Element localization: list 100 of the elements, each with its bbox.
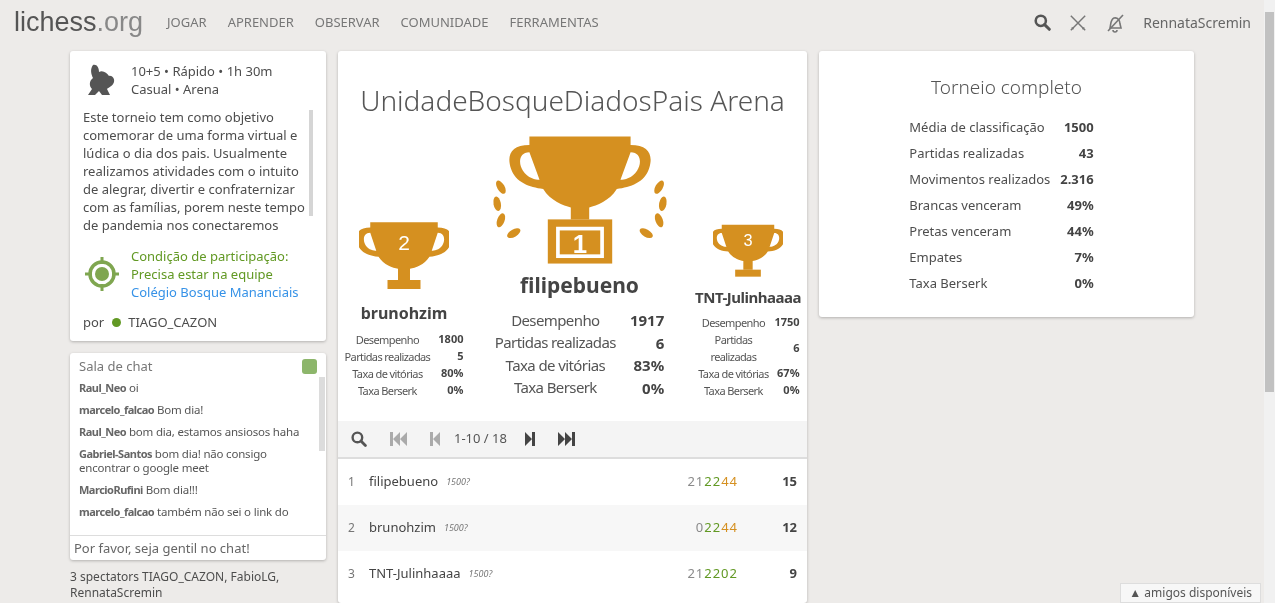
stat-value: 0% xyxy=(641,376,665,399)
stat-label: Partidas realizadas xyxy=(709,331,758,365)
nav-link[interactable]: APRENDER xyxy=(227,12,294,33)
podium-player-name[interactable]: TNT-Julinhaaaa xyxy=(695,285,801,308)
player-rating: 1500? xyxy=(443,521,468,535)
summary-label: Partidas realizadas xyxy=(909,143,1026,163)
stat-label: Partidas realizadas xyxy=(494,332,616,354)
rabbit-icon xyxy=(85,63,117,97)
condition-title: Condição de participação: xyxy=(131,247,290,265)
stat-value: 0% xyxy=(446,382,464,399)
player-name[interactable]: brunohzim xyxy=(369,518,436,538)
target-icon xyxy=(83,255,121,293)
stat-value: 83% xyxy=(632,354,665,377)
summary-value: 2.316 xyxy=(1060,169,1094,189)
stat-value: 6 xyxy=(792,339,800,357)
summary-value: 1500 xyxy=(1062,117,1094,137)
tournament-description: Este torneio tem como objetivo comemorar de uma forma virtual e lúdica o dia dos pais. Usualmente realizamos atividades com o intuito de alegrar, divertir e confraternizar com as famílias, porem neste tempo de pandemia nos conectaremos xyxy=(83,108,306,234)
stat-value: 1750 xyxy=(774,314,800,331)
creator-link[interactable]: TIAGO_CAZON xyxy=(112,313,218,333)
stat-value: 5 xyxy=(456,348,464,365)
standings-row[interactable]: 2 brunohzim 1500? 02244 12 xyxy=(338,505,807,551)
trophy-icon xyxy=(508,136,651,264)
stat-label: Desempenho xyxy=(354,331,420,348)
score-sheet: 21 2202 xyxy=(687,564,738,584)
stat-label: Taxa de vitórias xyxy=(504,354,607,376)
friends-button[interactable]: ▲ amigos disponíveis xyxy=(1120,583,1261,603)
muted-bell-icon[interactable] xyxy=(1105,12,1126,33)
page-scrollbar[interactable] xyxy=(1264,0,1275,603)
summary-label: Movimentos realizados xyxy=(909,169,1051,189)
first-page-icon[interactable] xyxy=(390,432,408,446)
podium-player-name[interactable]: filipebueno xyxy=(520,269,639,301)
tournament-title: UnidadeBosqueDiadosPais Arena xyxy=(359,80,786,121)
player-name[interactable]: filipebueno xyxy=(369,472,439,492)
stat-label: Taxa de vitórias xyxy=(351,365,424,382)
summary-value: 43 xyxy=(1077,143,1094,163)
summary-label: Brancas venceram xyxy=(909,195,1023,215)
rank-number: 1 xyxy=(348,473,356,491)
chat-message: Raul_Neo bom dia, estamos ansiosos haha xyxy=(79,424,301,439)
stat-label: Taxa Berserk xyxy=(703,382,764,399)
podium-rank: 1 xyxy=(572,229,587,258)
stat-label: Desempenho xyxy=(700,314,766,331)
summary-value: 49% xyxy=(1066,195,1094,215)
total-score: 12 xyxy=(781,518,797,538)
summary-label: Pretas venceram xyxy=(909,221,1013,241)
trophy-icon xyxy=(359,222,449,289)
condition-text: Precisa estar na equipe xyxy=(131,265,274,283)
chat-input[interactable]: Por favor, seja gentil no chat! xyxy=(70,534,326,560)
page-range: 1-10 / 18 xyxy=(454,429,507,449)
standings-row[interactable]: 3 TNT-Julinhaaaa 1500? 21 2202 9 xyxy=(338,551,807,597)
username-link[interactable]: RennataScremin xyxy=(1143,12,1251,33)
chat-toggle[interactable] xyxy=(302,359,317,374)
nav-link[interactable]: COMUNIDADE xyxy=(400,12,489,33)
player-name[interactable]: TNT-Julinhaaaa xyxy=(369,564,461,584)
total-score: 9 xyxy=(788,564,797,584)
total-score: 15 xyxy=(781,472,797,492)
podium-rank: 3 xyxy=(743,231,753,250)
stat-value: 0% xyxy=(782,382,800,399)
chat-message: marcelo_falcao também não sei o link do xyxy=(79,504,290,519)
stat-value: 67% xyxy=(776,365,800,382)
podium-player-name[interactable]: brunohzim xyxy=(360,301,448,325)
next-page-icon[interactable] xyxy=(524,432,535,446)
stat-value: 6 xyxy=(654,331,665,354)
summary-value: 7% xyxy=(1073,247,1094,267)
chat-message: Gabriel-Santos bom dia! não consigo encontrar o google meet xyxy=(79,446,268,475)
nav-link[interactable]: JOGAR xyxy=(167,12,207,33)
search-icon[interactable] xyxy=(1034,14,1052,31)
nav-link[interactable]: FERRAMENTAS xyxy=(509,12,599,33)
last-page-icon[interactable] xyxy=(557,432,576,446)
score-sheet: 21 2244 xyxy=(687,472,738,492)
scrollbar[interactable] xyxy=(319,376,325,451)
scrollbar[interactable] xyxy=(309,110,313,216)
podium-rank: 2 xyxy=(398,231,410,254)
tournament-format: 10+5 • Rápido • 1h 30m xyxy=(131,62,273,80)
rank-number: 2 xyxy=(348,519,356,537)
trophy-icon xyxy=(713,224,783,277)
player-rating: 1500? xyxy=(446,475,470,489)
summary-title: Torneio completo xyxy=(930,73,1083,102)
score-sheet: 02244 xyxy=(695,518,738,538)
site-logo[interactable]: lichess.org xyxy=(14,9,144,36)
spectators-list: 3 spectators TIAGO_CAZON, FabioLG, RennataScremin xyxy=(70,568,326,601)
summary-label: Taxa Berserk xyxy=(909,273,989,293)
chat-message: MarcioRufini Bom dia!!! xyxy=(79,482,199,497)
search-icon[interactable] xyxy=(351,431,367,447)
summary-value: 0% xyxy=(1073,273,1094,293)
crossed-swords-icon[interactable] xyxy=(1069,13,1088,32)
stat-label: Taxa Berserk xyxy=(357,382,418,399)
summary-label: Empates xyxy=(909,247,964,267)
previous-page-icon[interactable] xyxy=(430,432,440,446)
stat-value: 80% xyxy=(439,365,464,382)
chat-message: marcelo_falcao Bom dia! xyxy=(79,402,205,417)
stat-label: Taxa Berserk xyxy=(512,377,598,399)
stat-value: 1800 xyxy=(438,331,464,348)
summary-label: Média de classificação xyxy=(909,117,1046,137)
tournament-mode: Casual • Arena xyxy=(131,80,221,98)
stat-value: 1917 xyxy=(629,309,665,332)
by-label: por xyxy=(83,313,105,333)
stat-label: Partidas realizadas xyxy=(344,348,431,365)
standings-row[interactable]: 1 filipebueno 1500? 21 2244 15 xyxy=(338,459,807,505)
nav-link[interactable]: OBSERVAR xyxy=(314,12,380,33)
stat-label: Taxa de vitórias xyxy=(697,365,770,382)
